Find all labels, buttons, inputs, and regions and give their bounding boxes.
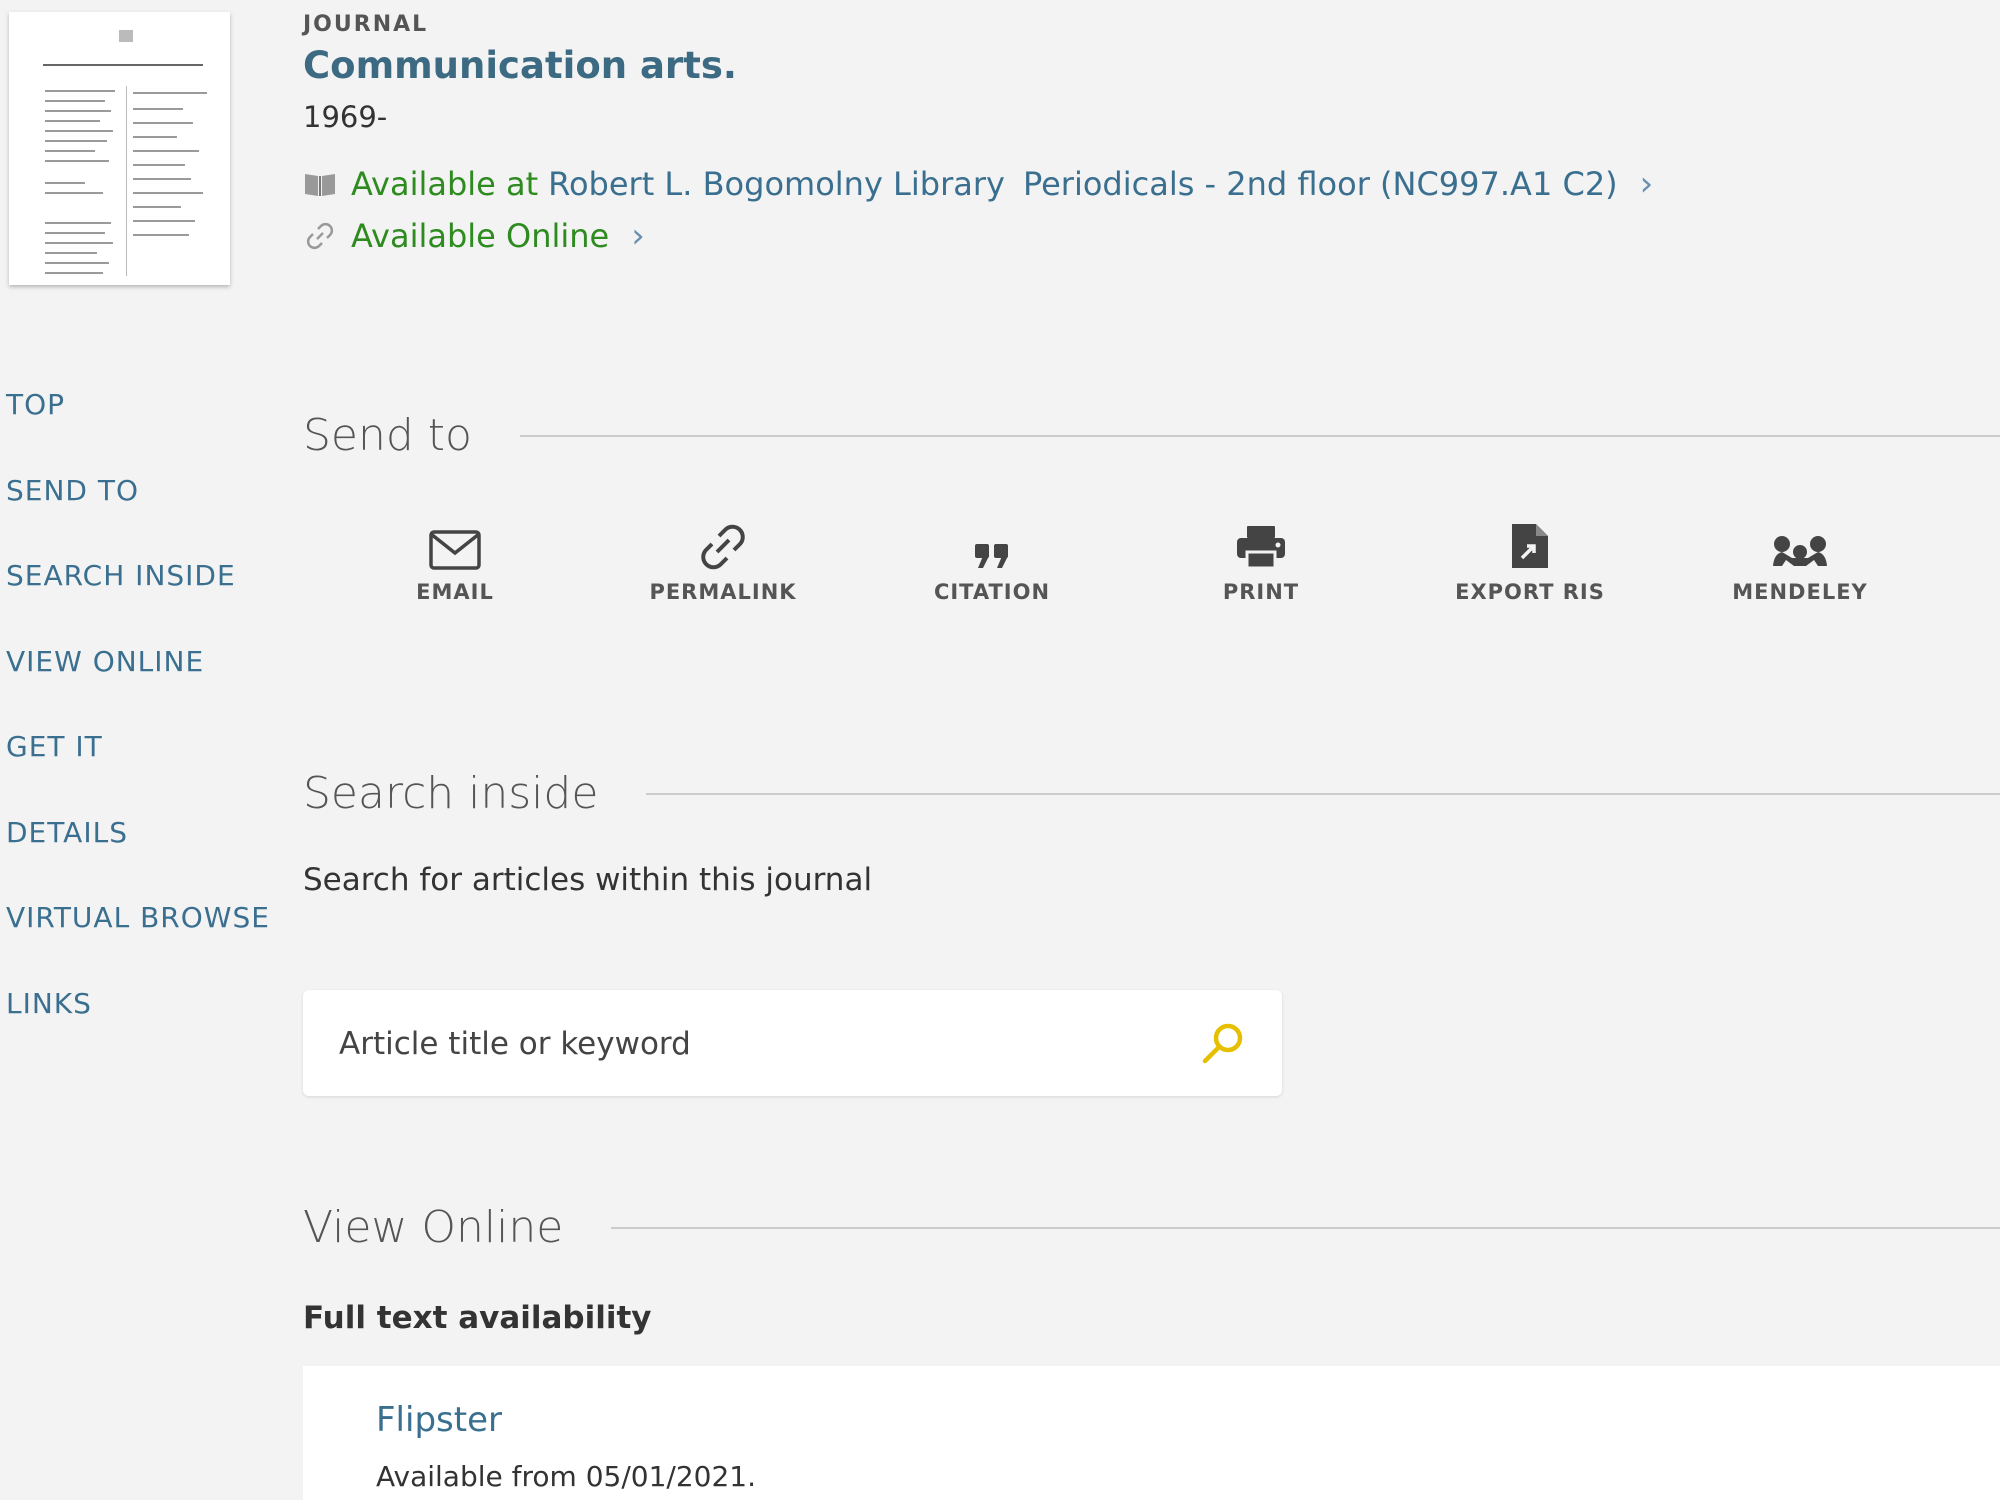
full-text-service-card: Flipster Available from 05/01/2021. [303, 1366, 2000, 1500]
chevron-right-icon: › [1639, 164, 1654, 204]
quote-icon [973, 520, 1011, 570]
library-location: Periodicals - 2nd floor (NC997.A1 C2) [1022, 165, 1618, 203]
section-divider [611, 1226, 2000, 1229]
permalink-label: PERMALINK [649, 580, 797, 604]
nav-send-to[interactable]: SEND TO [6, 474, 270, 514]
library-name: Robert L. Bogomolny Library [548, 165, 1005, 203]
search-inside-section-header: Search inside [303, 768, 2000, 819]
record-thumbnail[interactable] [9, 12, 230, 285]
citation-label: CITATION [933, 580, 1051, 604]
nav-details[interactable]: DETAILS [6, 816, 270, 856]
citation-button[interactable]: CITATION [912, 520, 1072, 604]
search-icon[interactable] [1200, 1020, 1246, 1070]
link-icon [303, 219, 337, 253]
nav-get-it[interactable]: GET IT [6, 730, 270, 770]
view-online-heading: View Online [303, 1202, 564, 1253]
record-date: 1969- [303, 100, 388, 134]
section-divider [646, 792, 2000, 795]
search-inside-input[interactable] [337, 990, 1181, 1098]
search-inside-heading: Search inside [303, 768, 599, 819]
nav-search-inside[interactable]: SEARCH INSIDE [6, 559, 270, 599]
send-to-section-header: Send to [303, 410, 2000, 461]
nav-view-online[interactable]: VIEW ONLINE [6, 645, 270, 685]
physical-availability-status: Available at [351, 165, 539, 203]
record-title[interactable]: Communication arts. [303, 44, 737, 87]
export-ris-button[interactable]: EXPORT RIS [1450, 520, 1610, 604]
print-label: PRINT [1222, 580, 1300, 604]
search-inside-box [303, 990, 1282, 1098]
physical-availability-link[interactable]: Available at Robert L. Bogomolny Library… [303, 164, 1653, 204]
mendeley-button[interactable]: MENDELEY [1720, 520, 1880, 604]
printer-icon [1235, 520, 1287, 570]
email-label: EMAIL [416, 580, 494, 604]
view-online-section-header: View Online [303, 1202, 2000, 1253]
envelope-icon [429, 520, 481, 570]
export-ris-label: EXPORT RIS [1455, 580, 1605, 604]
search-inside-description: Search for articles within this journal [303, 862, 873, 898]
nav-virtual-browse[interactable]: VIRTUAL BROWSE [6, 901, 270, 941]
full-text-availability-heading: Full text availability [303, 1300, 652, 1336]
mendeley-icon [1770, 520, 1830, 570]
print-button[interactable]: PRINT [1181, 520, 1341, 604]
email-button[interactable]: EMAIL [375, 520, 535, 604]
mendeley-label: MENDELEY [1732, 580, 1868, 604]
online-availability-link[interactable]: Available Online › [303, 216, 645, 256]
online-availability-status: Available Online [351, 217, 610, 255]
section-divider [519, 434, 2000, 437]
service-availability-note: Available from 05/01/2021. [376, 1460, 756, 1493]
record-type: JOURNAL [303, 12, 429, 37]
service-link-flipster[interactable]: Flipster [376, 1400, 502, 1440]
nav-top[interactable]: TOP [6, 388, 270, 428]
send-to-heading: Send to [303, 410, 472, 461]
send-to-actions: EMAIL PERMALINK CITATION PRINT EXPORT RI… [375, 520, 1935, 610]
permalink-button[interactable]: PERMALINK [643, 520, 803, 604]
permalink-icon [699, 520, 747, 570]
nav-links[interactable]: LINKS [6, 987, 270, 1027]
export-file-icon [1510, 520, 1550, 570]
book-icon [303, 167, 337, 201]
section-nav: TOP SEND TO SEARCH INSIDE VIEW ONLINE GE… [6, 388, 270, 1072]
chevron-right-icon: › [631, 216, 645, 256]
